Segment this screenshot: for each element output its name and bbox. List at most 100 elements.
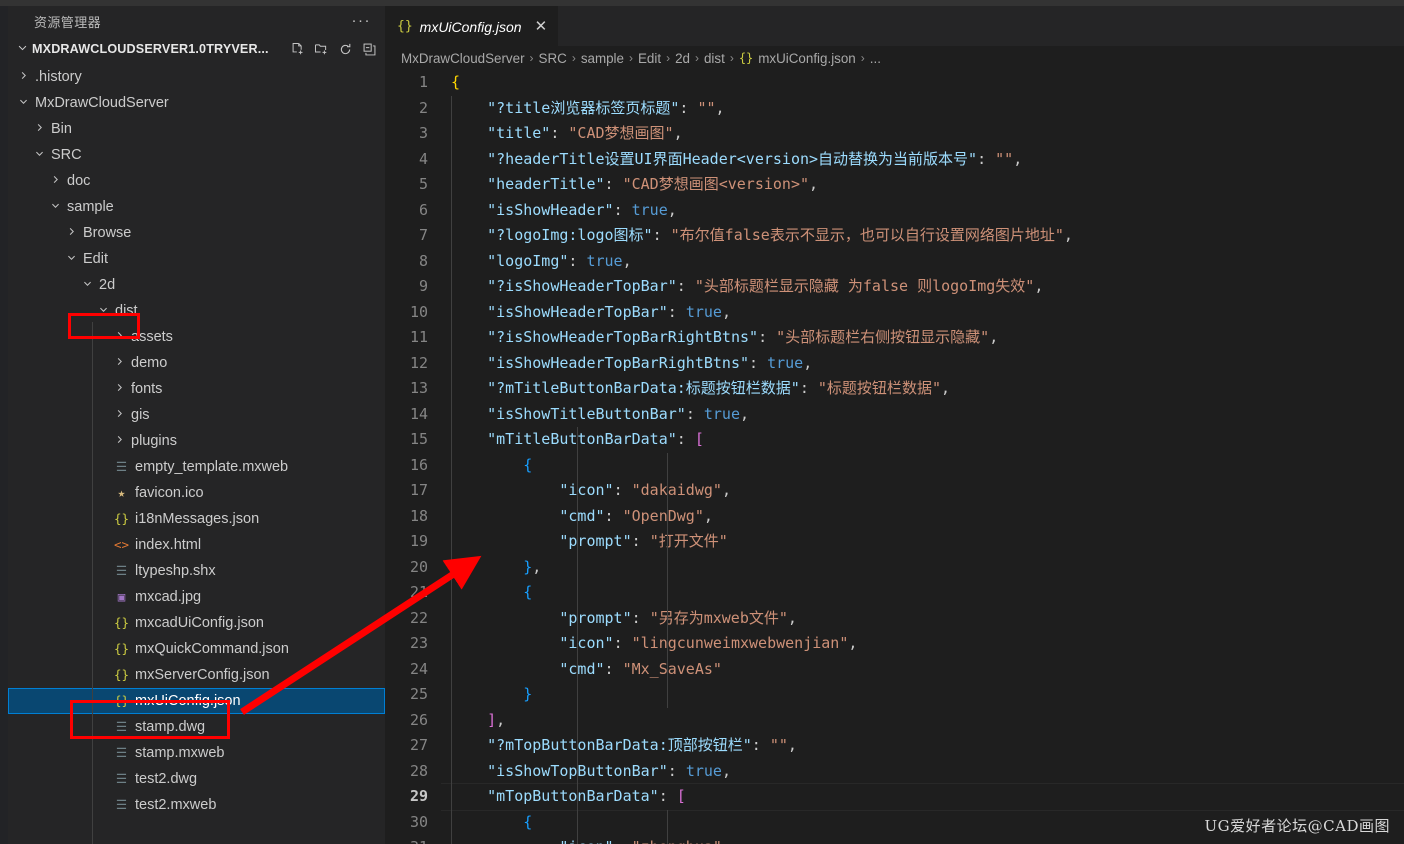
chevron-right-icon[interactable] — [112, 382, 127, 396]
chevron-down-icon[interactable] — [96, 304, 111, 318]
tree-item-test2-mxweb[interactable]: ☰ test2.mxweb — [8, 792, 385, 818]
activity-bar[interactable] — [0, 6, 8, 844]
code-line[interactable]: "prompt": "另存为mxweb文件", — [441, 606, 1404, 632]
code-content[interactable]: { "?title浏览器标签页标题": "", "title": "CAD梦想画… — [441, 70, 1404, 844]
breadcrumb-item[interactable]: 2d — [675, 51, 690, 66]
tree-item-doc[interactable]: doc — [8, 168, 385, 194]
chevron-right-icon[interactable] — [64, 226, 79, 240]
tree-item-mxuiconfig-json[interactable]: {} mxUiConfig.json — [8, 688, 385, 714]
breadcrumb-item[interactable]: sample — [581, 51, 624, 66]
code-line[interactable]: { — [441, 580, 1404, 606]
breadcrumb-item[interactable]: Edit — [638, 51, 661, 66]
tree-item-test2-dwg[interactable]: ☰ test2.dwg — [8, 766, 385, 792]
chevron-right-icon[interactable] — [112, 434, 127, 448]
line-number: 29 — [409, 787, 428, 805]
tree-item-mxcaduiconfig-json[interactable]: {} mxcadUiConfig.json — [8, 610, 385, 636]
tree-item-empty-template-mxweb[interactable]: ☰ empty_template.mxweb — [8, 454, 385, 480]
code-line[interactable]: "icon": "dakaidwg", — [441, 478, 1404, 504]
code-line[interactable]: "isShowHeaderTopBar": true, — [441, 300, 1404, 326]
code-line[interactable]: "?mTopButtonBarData:顶部按钮栏": "", — [441, 733, 1404, 759]
tree-item-plugins[interactable]: plugins — [8, 428, 385, 454]
code-line[interactable]: "icon": "lingcunweimxwebwenjian", — [441, 631, 1404, 657]
breadcrumb-item[interactable]: MxDrawCloudServer — [401, 51, 525, 66]
code-line[interactable]: "?mTitleButtonBarData:标题按钮栏数据": "标题按钮栏数据… — [441, 376, 1404, 402]
tree-item-mxcad-jpg[interactable]: ▣ mxcad.jpg — [8, 584, 385, 610]
code-line[interactable]: "?title浏览器标签页标题": "", — [441, 96, 1404, 122]
code-line[interactable]: "logoImg": true, — [441, 249, 1404, 275]
code-line[interactable]: "isShowTitleButtonBar": true, — [441, 402, 1404, 428]
more-actions-icon[interactable]: ··· — [352, 13, 372, 28]
tree-item-edit[interactable]: Edit — [8, 246, 385, 272]
tree-item-sample[interactable]: sample — [8, 194, 385, 220]
tree-item-stamp-dwg[interactable]: ☰ stamp.dwg — [8, 714, 385, 740]
code-line[interactable]: { — [441, 453, 1404, 479]
code-line[interactable]: "?isShowHeaderTopBarRightBtns": "头部标题栏右侧… — [441, 325, 1404, 351]
tree-item-index-html[interactable]: <> index.html — [8, 532, 385, 558]
chevron-right-icon[interactable] — [112, 408, 127, 422]
code-line[interactable]: "isShowTopButtonBar": true, — [441, 759, 1404, 785]
workspace-section-header[interactable]: MXDRAWCLOUDSERVER1.0TRYVER... — [8, 36, 385, 62]
tree-item-bin[interactable]: Bin — [8, 116, 385, 142]
chevron-down-icon[interactable] — [16, 96, 31, 110]
tree-item-mxquickcommand-json[interactable]: {} mxQuickCommand.json — [8, 636, 385, 662]
code-line[interactable]: "title": "CAD梦想画图", — [441, 121, 1404, 147]
code-line[interactable]: "?isShowHeaderTopBar": "头部标题栏显示隐藏 为false… — [441, 274, 1404, 300]
tree-item-stamp-mxweb[interactable]: ☰ stamp.mxweb — [8, 740, 385, 766]
code-line[interactable]: "isShowHeaderTopBarRightBtns": true, — [441, 351, 1404, 377]
chevron-down-icon[interactable] — [64, 252, 79, 266]
new-file-icon[interactable] — [290, 42, 305, 57]
code-line[interactable]: { — [441, 70, 1404, 96]
new-folder-icon[interactable] — [314, 42, 329, 57]
code-editor[interactable]: 1 2 3 4 5 6 7 8 9 10 11 12 13 14 15 16 17 18 19 20 21 22 23 24 2… — [385, 70, 1404, 844]
tree-item-demo[interactable]: demo — [8, 350, 385, 376]
chevron-down-icon[interactable] — [80, 278, 95, 292]
code-line[interactable]: "cmd": "Mx_SaveAs" — [441, 657, 1404, 683]
chevron-down-icon[interactable] — [14, 42, 30, 56]
chevron-down-icon[interactable] — [32, 148, 47, 162]
tree-item-label: empty_template.mxweb — [135, 459, 289, 475]
image-file-icon: ▣ — [117, 588, 126, 604]
tree-item-src[interactable]: SRC — [8, 142, 385, 168]
chevron-right-icon[interactable] — [48, 174, 63, 188]
tree-item-gis[interactable]: gis — [8, 402, 385, 428]
chevron-right-icon[interactable] — [16, 70, 31, 84]
chevron-right-icon[interactable] — [112, 330, 127, 344]
breadcrumb-item[interactable]: SRC — [539, 51, 567, 66]
tree-item-i18nmessages-json[interactable]: {} i18nMessages.json — [8, 506, 385, 532]
code-line[interactable]: } — [441, 682, 1404, 708]
code-line[interactable]: "icon": "zhonghua", — [441, 835, 1404, 844]
tree-item-browse[interactable]: Browse — [8, 220, 385, 246]
close-icon[interactable]: ✕ — [535, 19, 548, 34]
tree-item-ltypeshp-shx[interactable]: ☰ ltypeshp.shx — [8, 558, 385, 584]
code-line[interactable]: }, — [441, 555, 1404, 581]
code-line[interactable]: "cmd": "OpenDwg", — [441, 504, 1404, 530]
code-line[interactable]: "isShowHeader": true, — [441, 198, 1404, 224]
chevron-down-icon[interactable] — [48, 200, 63, 214]
tree-item-mxserverconfig-json[interactable]: {} mxServerConfig.json — [8, 662, 385, 688]
code-line[interactable]: "?headerTitle设置UI界面Header<version>自动替换为当… — [441, 147, 1404, 173]
code-line[interactable]: "?logoImg:logo图标": "布尔值false表示不显示，也可以自行设… — [441, 223, 1404, 249]
tree-item-assets[interactable]: assets — [8, 324, 385, 350]
refresh-icon[interactable] — [338, 42, 353, 57]
tree-item-fonts[interactable]: fonts — [8, 376, 385, 402]
code-line[interactable]: "mTitleButtonBarData": [ — [441, 427, 1404, 453]
chevron-right-icon[interactable] — [32, 122, 47, 136]
tree-item-dist[interactable]: dist — [8, 298, 385, 324]
tree-item-mxdrawcloudserver[interactable]: MxDrawCloudServer — [8, 90, 385, 116]
breadcrumb[interactable]: MxDrawCloudServer › SRC › sample › Edit › 2d › dis… — [385, 46, 1404, 70]
breadcrumb-item[interactable]: dist — [704, 51, 725, 66]
code-line[interactable]: "prompt": "打开文件" — [441, 529, 1404, 555]
chevron-right-icon[interactable] — [112, 356, 127, 370]
code-line[interactable]: "headerTitle": "CAD梦想画图<version>", — [441, 172, 1404, 198]
tree-item-2d[interactable]: 2d — [8, 272, 385, 298]
collapse-all-icon[interactable] — [362, 42, 377, 57]
tab-mxuiconfig-json[interactable]: {} mxUiConfig.json ✕ — [385, 6, 559, 46]
tree-item-favicon-ico[interactable]: ★ favicon.ico — [8, 480, 385, 506]
code-line[interactable]: ], — [441, 708, 1404, 734]
file-tree[interactable]: .history MxDrawCloudServer Bin SRC doc sample… — [8, 62, 385, 844]
breadcrumb-item[interactable]: ... — [870, 51, 881, 66]
breadcrumb-item[interactable]: mxUiConfig.json — [758, 51, 856, 66]
code-line[interactable]: "mTopButtonBarData": [ — [441, 783, 1404, 811]
workspace-name: MXDRAWCLOUDSERVER1.0TRYVER... — [32, 42, 269, 56]
tree-item--history[interactable]: .history — [8, 64, 385, 90]
